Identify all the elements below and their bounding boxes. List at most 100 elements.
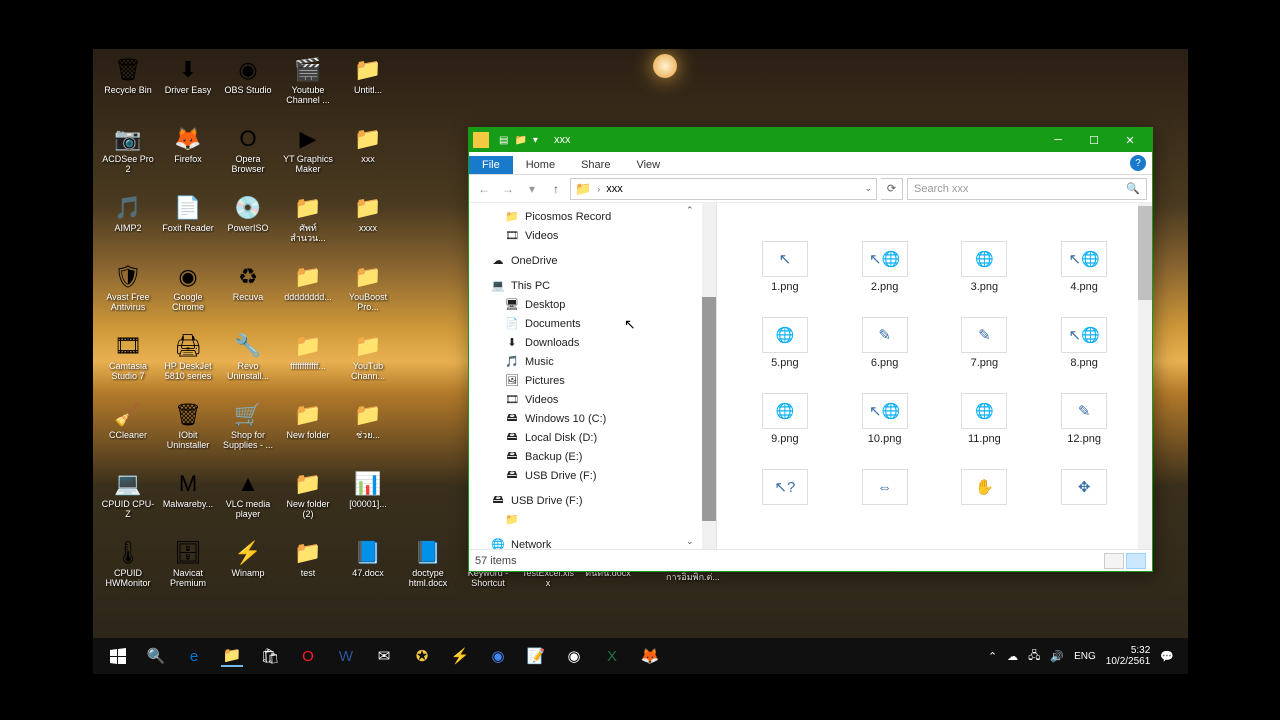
- taskbar-word[interactable]: W: [335, 645, 357, 667]
- nav-item[interactable]: 💻This PC: [469, 276, 716, 295]
- desktop-icon[interactable]: 📄Foxit Reader: [161, 193, 215, 258]
- desktop-icon[interactable]: 🧹CCleaner: [101, 400, 155, 465]
- desktop-icon[interactable]: ▶YT Graphics Maker: [281, 124, 335, 189]
- chevron-right-icon[interactable]: ›: [597, 184, 600, 194]
- breadcrumb[interactable]: 📁 › xxx ⌄: [570, 178, 877, 200]
- file-item[interactable]: ✎6.png: [837, 317, 933, 369]
- desktop-icon[interactable]: 🦊Firefox: [161, 124, 215, 189]
- file-item[interactable]: ✥: [1036, 469, 1132, 509]
- desktop-icon[interactable]: 📁ศัพท์ สำนวน...: [281, 193, 335, 258]
- start-button[interactable]: [107, 645, 129, 667]
- search-icon[interactable]: 🔍: [1126, 182, 1140, 195]
- taskbar[interactable]: 🔍 e 📁 🛍 O W ✉ ✪ ⚡ ◉ 📝 ◉ X 🦊 ⌃ ☁ 🖧 🔊 ENG …: [93, 638, 1188, 674]
- desktop-icon[interactable]: 📘47.docx: [341, 538, 395, 603]
- action-center-icon[interactable]: 💬: [1160, 650, 1174, 663]
- taskbar-opera[interactable]: O: [297, 645, 319, 667]
- desktop-icon[interactable]: 🎬Youtube Channel ...: [281, 55, 335, 120]
- desktop-icon[interactable]: 📁dddddddd...: [281, 262, 335, 327]
- desktop-icon[interactable]: 🔧Revo Uninstall...: [221, 331, 275, 396]
- nav-recent-dropdown[interactable]: ▾: [522, 179, 542, 199]
- qat-newfolder-icon[interactable]: 📁: [514, 135, 526, 146]
- search-input[interactable]: Search xxx 🔍: [907, 178, 1147, 200]
- nav-item[interactable]: 🎞Videos: [469, 390, 716, 409]
- desktop-icon[interactable]: 🎵AIMP2: [101, 193, 155, 258]
- desktop-icon[interactable]: ⬇Driver Easy: [161, 55, 215, 120]
- file-item[interactable]: ↖🌐2.png: [837, 241, 933, 293]
- refresh-button[interactable]: ⟳: [881, 178, 903, 200]
- desktop-icon[interactable]: 🗑IObit Uninstaller: [161, 400, 215, 465]
- nav-back-button[interactable]: ←: [474, 179, 494, 199]
- nav-item[interactable]: 🖴Local Disk (D:): [469, 428, 716, 447]
- help-button[interactable]: ?: [1130, 155, 1146, 171]
- qat-dropdown-icon[interactable]: ▾: [533, 135, 538, 146]
- nav-item[interactable]: 🖥Desktop: [469, 295, 716, 314]
- file-item[interactable]: 🌐9.png: [737, 393, 833, 445]
- tray-clock[interactable]: 5:32 10/2/2561: [1106, 645, 1151, 667]
- scroll-up-icon[interactable]: ⌃: [686, 205, 698, 216]
- chevron-down-icon[interactable]: ⌄: [864, 183, 872, 194]
- qat-properties-icon[interactable]: ▤: [499, 135, 508, 146]
- taskbar-edge[interactable]: e: [183, 645, 205, 667]
- desktop-icon[interactable]: ⚡Winamp: [221, 538, 275, 603]
- desktop-icon[interactable]: 📁YouBoost Pro...: [341, 262, 395, 327]
- desktop-icon[interactable]: ◉Google Chrome: [161, 262, 215, 327]
- nav-up-button[interactable]: ↑: [546, 179, 566, 199]
- file-view[interactable]: ↖1.png↖🌐2.png🌐3.png↖🌐4.png🌐5.png✎6.png✎7…: [717, 203, 1152, 549]
- desktop-icon[interactable]: 📁xxx: [341, 124, 395, 189]
- desktop-icon[interactable]: 🗄Navicat Premium: [161, 538, 215, 603]
- minimize-button[interactable]: ─: [1040, 129, 1076, 151]
- nav-item[interactable]: 🎵Music: [469, 352, 716, 371]
- content-scrollbar[interactable]: [1138, 203, 1152, 549]
- desktop-icon[interactable]: 📁test: [281, 538, 335, 603]
- nav-forward-button[interactable]: →: [498, 179, 518, 199]
- taskbar-obs[interactable]: ◉: [563, 645, 585, 667]
- desktop-icon[interactable]: 🛡Avast Free Antivirus: [101, 262, 155, 327]
- taskbar-app-2[interactable]: ⚡: [449, 645, 471, 667]
- file-item[interactable]: ✎12.png: [1036, 393, 1132, 445]
- view-details-button[interactable]: [1104, 553, 1124, 569]
- breadcrumb-folder[interactable]: xxx: [606, 183, 623, 195]
- tray-volume-icon[interactable]: 🔊: [1050, 650, 1064, 663]
- tray-show-hidden[interactable]: ⌃: [988, 650, 997, 663]
- file-item[interactable]: ↖?: [737, 469, 833, 509]
- file-item[interactable]: 🌐3.png: [937, 241, 1033, 293]
- nav-item[interactable]: 📄Documents: [469, 314, 716, 333]
- desktop-icon[interactable]: OOpera Browser: [221, 124, 275, 189]
- nav-scrollbar[interactable]: ⌃ ⌄: [702, 203, 716, 549]
- file-item[interactable]: ↖1.png: [737, 241, 833, 293]
- desktop-icon[interactable]: 📁New folder: [281, 400, 335, 465]
- taskbar-chrome[interactable]: ◉: [487, 645, 509, 667]
- desktop-icon[interactable]: 🖨HP DeskJet 5810 series: [161, 331, 215, 396]
- desktop-icon[interactable]: 📷ACDSee Pro 2: [101, 124, 155, 189]
- desktop-icon[interactable]: 📊[00001]...: [341, 469, 395, 534]
- desktop-icon[interactable]: 🎞Camtasia Studio 7: [101, 331, 155, 396]
- taskbar-app-1[interactable]: ✪: [411, 645, 433, 667]
- desktop-icon[interactable]: 🗑Recycle Bin: [101, 55, 155, 120]
- desktop-icon[interactable]: 📁Untitl...: [341, 55, 395, 120]
- scroll-down-icon[interactable]: ⌄: [686, 536, 698, 547]
- taskbar-excel[interactable]: X: [601, 645, 623, 667]
- file-item[interactable]: ⇔: [837, 469, 933, 509]
- titlebar[interactable]: ▤ 📁 ▾ xxx ─ ☐ ✕: [469, 128, 1152, 152]
- file-item[interactable]: ✎7.png: [937, 317, 1033, 369]
- desktop-icon[interactable]: ◉OBS Studio: [221, 55, 275, 120]
- taskbar-mail[interactable]: ✉: [373, 645, 395, 667]
- file-item[interactable]: ↖🌐10.png: [837, 393, 933, 445]
- nav-item[interactable]: 🖼Pictures: [469, 371, 716, 390]
- navigation-pane[interactable]: 📁Picosmos Record🎞Videos☁OneDrive💻This PC…: [469, 203, 717, 549]
- nav-item[interactable]: 🖴Windows 10 (C:): [469, 409, 716, 428]
- nav-item[interactable]: 🖴USB Drive (F:): [469, 466, 716, 485]
- nav-item[interactable]: 🎞Videos: [469, 226, 716, 245]
- file-item[interactable]: ✋: [937, 469, 1033, 509]
- taskbar-explorer[interactable]: 📁: [221, 645, 243, 667]
- nav-item[interactable]: 📁Picosmos Record: [469, 207, 716, 226]
- desktop-icon[interactable]: 📘doctype html.docx: [401, 538, 455, 603]
- nav-item[interactable]: ⬇Downloads: [469, 333, 716, 352]
- desktop[interactable]: 🗑Recycle Bin⬇Driver Easy◉OBS Studio🎬Yout…: [93, 49, 1188, 674]
- content-scroll-thumb[interactable]: [1138, 206, 1152, 300]
- desktop-icon[interactable]: ▲VLC media player: [221, 469, 275, 534]
- nav-item[interactable]: 🌐Network: [469, 535, 716, 549]
- close-button[interactable]: ✕: [1112, 129, 1148, 151]
- desktop-icon[interactable]: ♻Recuva: [221, 262, 275, 327]
- file-item[interactable]: ↖🌐8.png: [1036, 317, 1132, 369]
